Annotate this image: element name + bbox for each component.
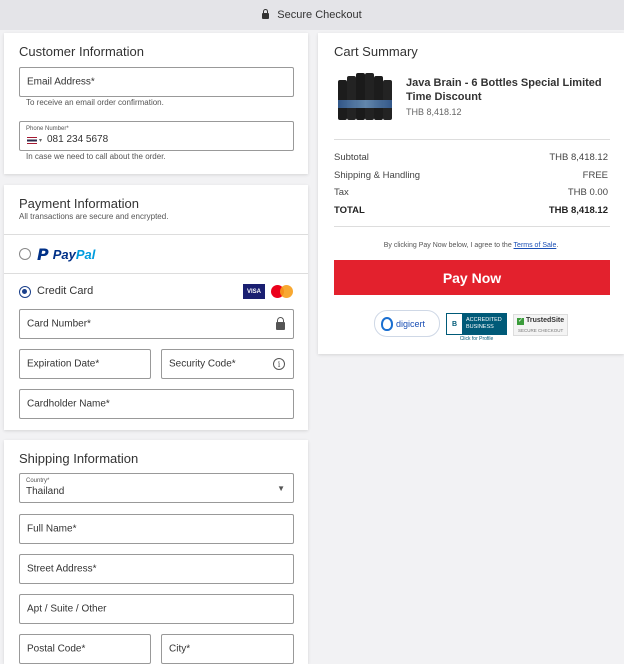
check-icon: ✓	[517, 318, 524, 325]
secure-checkout-title: Secure Checkout	[277, 9, 362, 21]
paypal-option[interactable]: P PayPal	[37, 244, 95, 264]
divider	[4, 234, 308, 235]
country-label: Country*	[26, 478, 50, 484]
cart-summary-card: Cart Summary Java Brain - 6 Bottles Spec…	[318, 33, 624, 354]
paypal-label-pay: Pay	[52, 246, 76, 262]
card-number-label: Card Number*	[27, 318, 91, 330]
apt-suite-field[interactable]: Apt / Suite / Other	[19, 594, 294, 624]
cart-summary-title: Cart Summary	[334, 44, 418, 59]
card-number-field[interactable]: Card Number*	[19, 309, 294, 339]
visa-label: VISA	[246, 288, 261, 295]
agree-text: By clicking Pay Now below, I agree to th…	[318, 242, 624, 249]
bbb-badge[interactable]: B ACCREDITED BUSINESS Click for Profile	[446, 313, 507, 343]
total-value: THB 8,418.12	[548, 205, 608, 216]
visa-icon: VISA	[243, 284, 265, 299]
country-value: Thailand	[26, 486, 65, 497]
paypal-label-pal: Pal	[75, 246, 96, 262]
payment-information-card: Payment Information All transactions are…	[4, 185, 308, 430]
street-address-label: Street Address*	[27, 563, 97, 575]
security-code-label: Security Code*	[169, 358, 236, 370]
bbb-logo-icon: B	[446, 313, 463, 335]
info-icon[interactable]: i	[273, 358, 285, 370]
phone-field[interactable]: Phone Number* ▾ 081 234 5678	[19, 121, 294, 151]
email-label: Email Address*	[27, 76, 95, 88]
city-label: City*	[169, 643, 191, 655]
terms-of-sale-link[interactable]: Terms of Sale	[514, 242, 557, 249]
total-label: TOTAL	[334, 205, 365, 216]
email-field[interactable]: Email Address*	[19, 67, 294, 97]
digicert-shield-icon	[381, 316, 393, 331]
chevron-down-icon: ▾	[39, 138, 43, 144]
tax-label: Tax	[334, 187, 349, 198]
paypal-logo-icon: P	[37, 244, 49, 264]
bbb-business-label: BUSINESS	[466, 324, 494, 330]
mastercard-icon	[270, 285, 294, 298]
divider	[334, 139, 610, 140]
lock-shackle	[277, 317, 284, 323]
thailand-flag-icon[interactable]	[27, 137, 37, 144]
email-hint: To receive an email order confirmation.	[26, 98, 164, 107]
phone-hint: In case we need to call about the order.	[26, 152, 166, 161]
expiration-date-field[interactable]: Expiration Date*	[19, 349, 151, 379]
pay-now-button[interactable]: Pay Now	[334, 260, 610, 295]
agree-text-end: .	[556, 242, 559, 249]
shipping-value: FREE	[582, 170, 608, 181]
postal-code-field[interactable]: Postal Code*	[19, 634, 151, 664]
lock-icon	[262, 9, 270, 19]
payment-information-title: Payment Information	[19, 196, 139, 211]
full-name-label: Full Name*	[27, 523, 77, 535]
tax-value: THB 0.00	[567, 187, 608, 198]
postal-code-label: Postal Code*	[27, 643, 86, 655]
paypal-label: PayPal	[53, 247, 96, 262]
cardholder-name-label: Cardholder Name*	[27, 398, 110, 410]
subtotal-label: Subtotal	[334, 152, 369, 163]
trustedsite-sub-label: SECURE CHECKOUT	[518, 328, 564, 333]
trustedsite-badge[interactable]: ✓ TrustedSite SECURE CHECKOUT	[513, 314, 568, 336]
shipping-label: Shipping & Handling	[334, 170, 421, 181]
city-field[interactable]: City*	[161, 634, 294, 664]
bbb-click-label: Click for Profile	[459, 336, 494, 342]
chevron-down-icon: ▼	[277, 484, 285, 493]
cardholder-name-field[interactable]: Cardholder Name*	[19, 389, 294, 419]
product-price: THB 8,418.12	[406, 107, 462, 117]
digicert-label: digicert	[396, 318, 426, 329]
phone-value: 081 234 5678	[47, 134, 109, 145]
divider	[334, 226, 610, 227]
phone-label: Phone Number*	[26, 126, 69, 132]
product-name: Java Brain - 6 Bottles Special Limited T…	[406, 77, 602, 103]
payment-subtitle: All transactions are secure and encrypte…	[19, 212, 169, 221]
shipping-row: Shipping & Handling FREE	[334, 170, 608, 181]
apt-suite-label: Apt / Suite / Other	[27, 603, 107, 615]
trustedsite-label: TrustedSite	[526, 317, 565, 324]
credit-card-label[interactable]: Credit Card	[37, 285, 93, 297]
security-code-field[interactable]: Security Code* i	[161, 349, 294, 379]
subtotal-row: Subtotal THB 8,418.12	[334, 152, 608, 163]
shipping-information-title: Shipping Information	[19, 451, 139, 466]
total-row: TOTAL THB 8,418.12	[334, 205, 608, 216]
customer-information-card: Customer Information Email Address* To r…	[4, 33, 308, 174]
agree-text-body: By clicking Pay Now below, I agree to th…	[383, 242, 512, 249]
country-select[interactable]: Country* Thailand ▼	[19, 473, 294, 503]
credit-card-radio[interactable]	[19, 286, 31, 298]
secure-checkout-bar: Secure Checkout	[0, 0, 624, 30]
customer-information-title: Customer Information	[19, 44, 144, 59]
street-address-field[interactable]: Street Address*	[19, 554, 294, 584]
paypal-radio[interactable]	[19, 248, 31, 260]
lock-icon	[276, 322, 285, 330]
full-name-field[interactable]: Full Name*	[19, 514, 294, 544]
subtotal-value: THB 8,418.12	[549, 152, 608, 163]
bbb-accredited-label: ACCREDITED	[466, 317, 502, 323]
divider	[4, 273, 308, 274]
digicert-badge[interactable]: digicert	[374, 310, 440, 337]
expiration-date-label: Expiration Date*	[27, 358, 100, 370]
shipping-information-card: Shipping Information Country* Thailand ▼…	[4, 440, 308, 664]
product-image	[336, 70, 396, 122]
tax-row: Tax THB 0.00	[334, 187, 608, 198]
